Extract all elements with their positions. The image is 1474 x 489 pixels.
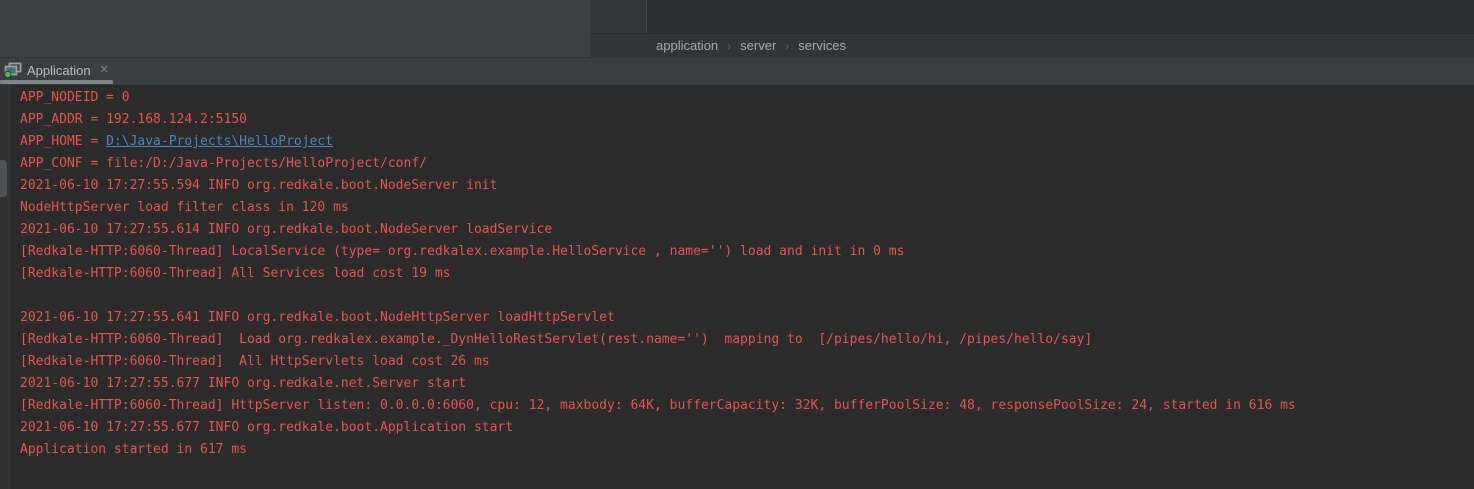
log-line: APP_NODEID = 0 [20, 87, 1474, 109]
log-line: [Redkale-HTTP:6060-Thread] HttpServer li… [20, 395, 1474, 417]
log-line: NodeHttpServer load filter class in 120 … [20, 197, 1474, 219]
log-text: APP_NODEID = 0 [20, 90, 130, 105]
log-text: [Redkale-HTTP:6060-Thread] Load org.redk… [20, 332, 1092, 347]
chevron-right-icon: › [727, 39, 731, 53]
log-text: [Redkale-HTTP:6060-Thread] All Services … [20, 266, 450, 281]
editor-area [0, 0, 590, 57]
breadcrumb: application › server › services [590, 33, 1474, 57]
gutter-scrollbar-thumb[interactable] [0, 160, 7, 197]
log-line: [Redkale-HTTP:6060-Thread] All HttpServl… [20, 351, 1474, 373]
log-text: 2021-06-10 17:27:55.614 INFO org.redkale… [20, 222, 552, 237]
log-text: 2021-06-10 17:27:55.641 INFO org.redkale… [20, 310, 615, 325]
log-text: 2021-06-10 17:27:55.677 INFO org.redkale… [20, 376, 466, 391]
console-log: APP_NODEID = 0 APP_ADDR = 192.168.124.2:5… [20, 87, 1474, 461]
log-line: 2021-06-10 17:27:55.614 INFO org.redkale… [20, 219, 1474, 241]
log-line: 2021-06-10 17:27:55.641 INFO org.redkale… [20, 307, 1474, 329]
log-line: [Redkale-HTTP:6060-Thread] LocalService … [20, 241, 1474, 263]
log-line: [Redkale-HTTP:6060-Thread] Load org.redk… [20, 329, 1474, 351]
tab-application[interactable]: Application ✕ [0, 58, 115, 82]
console-gutter [0, 85, 10, 489]
console-panel: APP_NODEID = 0 APP_ADDR = 192.168.124.2:5… [0, 85, 1474, 489]
log-text: NodeHttpServer load filter class in 120 … [20, 200, 349, 215]
breadcrumb-item-services[interactable]: services [798, 38, 846, 53]
log-line: 2021-06-10 17:27:55.677 INFO org.redkale… [20, 417, 1474, 439]
log-text: 2021-06-10 17:27:55.594 INFO org.redkale… [20, 178, 497, 193]
log-text: 2021-06-10 17:27:55.677 INFO org.redkale… [20, 420, 513, 435]
breadcrumb-item-application[interactable]: application [656, 38, 718, 53]
chevron-right-icon: › [785, 39, 789, 53]
breadcrumb-item-server[interactable]: server [740, 38, 776, 53]
log-line: APP_CONF = file:/D:/Java-Projects/HelloP… [20, 153, 1474, 175]
log-text: [Redkale-HTTP:6060-Thread] HttpServer li… [20, 398, 1296, 413]
run-toolwindow-tab-strip: Application ✕ [0, 57, 1474, 85]
log-line: 2021-06-10 17:27:55.677 INFO org.redkale… [20, 373, 1474, 395]
log-text: [Redkale-HTTP:6060-Thread] LocalService … [20, 244, 904, 259]
log-line: APP_ADDR = 192.168.124.2:5150 [20, 109, 1474, 131]
editor-top-band [590, 0, 1474, 33]
editor-split-panel [590, 0, 647, 33]
log-text: APP_HOME = [20, 134, 106, 149]
log-line: 2021-06-10 17:27:55.594 INFO org.redkale… [20, 175, 1474, 197]
tab-close-icon[interactable]: ✕ [100, 65, 109, 76]
log-text: APP_CONF = file:/D:/Java-Projects/HelloP… [20, 156, 427, 171]
tab-application-label: Application [27, 63, 91, 78]
selected-tab-underline [0, 80, 113, 84]
log-line: APP_HOME = D:\Java-Projects\HelloProject [20, 131, 1474, 153]
log-line [20, 285, 1474, 307]
log-text: Application started in 617 ms [20, 442, 247, 457]
log-line: Application started in 617 ms [20, 439, 1474, 461]
log-text: APP_ADDR = 192.168.124.2:5150 [20, 112, 247, 127]
console-running-icon [4, 62, 22, 78]
console-hyperlink[interactable]: D:\Java-Projects\HelloProject [106, 134, 333, 149]
log-text: [Redkale-HTTP:6060-Thread] All HttpServl… [20, 354, 490, 369]
log-line: [Redkale-HTTP:6060-Thread] All Services … [20, 263, 1474, 285]
